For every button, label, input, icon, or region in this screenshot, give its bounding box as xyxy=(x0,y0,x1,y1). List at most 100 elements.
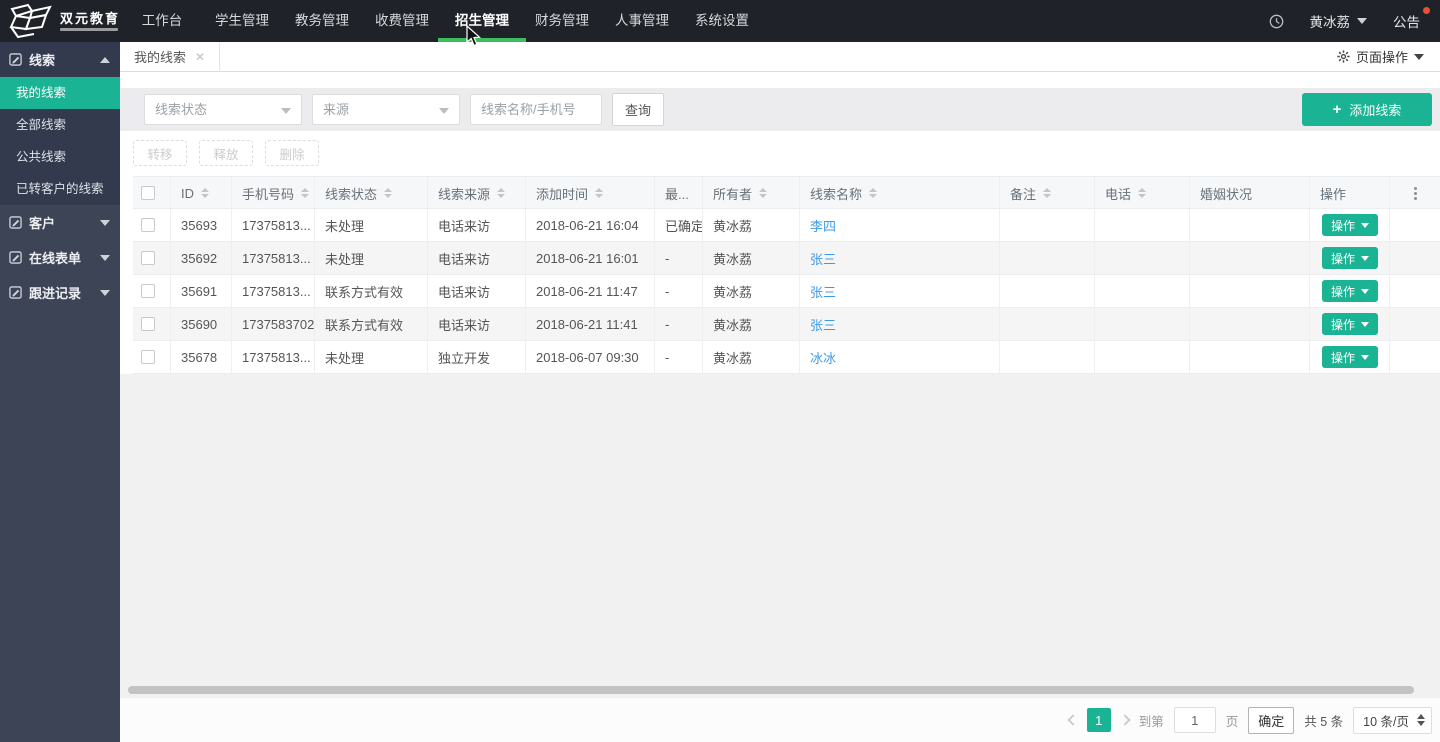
top-nav-right: 黄冰荔 公告 xyxy=(1269,0,1427,42)
release-button[interactable]: 释放 xyxy=(199,140,253,166)
sidebar-item-my-clues[interactable]: 我的线索 xyxy=(0,77,120,109)
cell-settings xyxy=(1390,242,1440,274)
nav-item-admissions[interactable]: 招生管理 xyxy=(442,0,522,42)
row-checkbox[interactable] xyxy=(141,317,155,331)
row-action-button[interactable]: 操作 xyxy=(1322,280,1378,302)
chevron-down-icon xyxy=(100,290,110,296)
tab-my-clues[interactable]: 我的线索 ✕ xyxy=(120,42,220,72)
sidebar-item-converted-clues[interactable]: 已转客户的线索 xyxy=(0,173,120,205)
sort-icon[interactable] xyxy=(301,188,309,198)
clue-name-link[interactable]: 冰冰 xyxy=(810,348,836,367)
sort-icon[interactable] xyxy=(1043,188,1051,198)
nav-item-hr[interactable]: 人事管理 xyxy=(602,0,682,42)
column-header-added[interactable]: 添加时间 xyxy=(526,177,655,209)
row-action-button[interactable]: 操作 xyxy=(1322,313,1378,335)
row-checkbox[interactable] xyxy=(141,218,155,232)
sort-icon[interactable] xyxy=(1138,188,1146,198)
keyword-input[interactable] xyxy=(470,94,602,125)
goto-page-input[interactable] xyxy=(1174,707,1216,733)
nav-item-finance[interactable]: 财务管理 xyxy=(522,0,602,42)
cell-source: 电话来访 xyxy=(428,275,526,307)
cell-phone: 17375813... xyxy=(232,275,315,307)
cell-added: 2018-06-07 09:30 xyxy=(526,341,655,373)
cell-last: - xyxy=(655,341,703,373)
scrollbar-thumb[interactable] xyxy=(128,686,1414,694)
page-actions-menu[interactable]: 页面操作 xyxy=(1337,47,1440,66)
sidebar-group-header-follow-records[interactable]: 跟进记录 xyxy=(0,275,120,310)
chevron-down-icon xyxy=(439,108,449,114)
nav-item-workbench[interactable]: 工作台 xyxy=(122,0,202,42)
row-action-button[interactable]: 操作 xyxy=(1322,247,1378,269)
sort-icon[interactable] xyxy=(201,188,209,198)
sidebar-group-header-clues[interactable]: 线索 xyxy=(0,42,120,77)
column-header-name[interactable]: 线索名称 xyxy=(800,177,1000,209)
nav-item-students[interactable]: 学生管理 xyxy=(202,0,282,42)
column-header-phone[interactable]: 手机号码 xyxy=(232,177,315,209)
column-header-status[interactable]: 线索状态 xyxy=(315,177,428,209)
column-settings-icon[interactable] xyxy=(1414,187,1417,200)
clue-status-select[interactable]: 线索状态 xyxy=(144,94,302,125)
cell-note xyxy=(1000,275,1095,307)
sort-icon[interactable] xyxy=(384,188,392,198)
prev-page-icon[interactable] xyxy=(1067,714,1078,725)
pagination-bar: 1 到第 页 确定 共 5 条 10 条/页 xyxy=(120,698,1440,742)
sort-icon[interactable] xyxy=(595,188,603,198)
close-icon[interactable]: ✕ xyxy=(195,51,205,63)
column-header-source[interactable]: 线索来源 xyxy=(428,177,526,209)
cell-select xyxy=(133,275,171,307)
page-number-current[interactable]: 1 xyxy=(1087,708,1111,732)
total-count: 共 5 条 xyxy=(1304,711,1343,730)
page-size-select[interactable]: 10 条/页 xyxy=(1353,707,1432,734)
column-label: 备注 xyxy=(1010,184,1036,203)
clue-name-link[interactable]: 张三 xyxy=(810,249,836,268)
search-button[interactable]: 查询 xyxy=(612,93,664,126)
cell-phone: 1737583702 xyxy=(232,308,315,340)
row-checkbox[interactable] xyxy=(141,284,155,298)
user-name: 黄冰荔 xyxy=(1310,11,1351,31)
sort-icon[interactable] xyxy=(759,188,767,198)
next-page-icon[interactable] xyxy=(1119,714,1130,725)
select-all-checkbox[interactable] xyxy=(141,186,155,200)
cell-status: 未处理 xyxy=(315,242,428,274)
sidebar-item-all-clues[interactable]: 全部线索 xyxy=(0,109,120,141)
nav-item-settings[interactable]: 系统设置 xyxy=(682,0,762,42)
column-header-owner[interactable]: 所有者 xyxy=(703,177,800,209)
sidebar-group-header-customers[interactable]: 客户 xyxy=(0,205,120,240)
user-menu[interactable]: 黄冰荔 xyxy=(1310,11,1368,31)
row-action-button[interactable]: 操作 xyxy=(1322,214,1378,236)
nav-item-academic[interactable]: 教务管理 xyxy=(282,0,362,42)
cell-text: 黄冰荔 xyxy=(713,315,752,334)
column-header-tel[interactable]: 电话 xyxy=(1095,177,1190,209)
sort-icon[interactable] xyxy=(497,188,505,198)
clock-icon[interactable] xyxy=(1269,14,1284,29)
delete-button[interactable]: 删除 xyxy=(265,140,319,166)
row-action-button[interactable]: 操作 xyxy=(1322,346,1378,368)
column-label: 最... xyxy=(665,184,689,203)
chevron-down-icon xyxy=(1414,54,1424,60)
cell-marital xyxy=(1190,308,1310,340)
confirm-button[interactable]: 确定 xyxy=(1248,707,1294,734)
sort-icon[interactable] xyxy=(869,188,877,198)
nav-item-fees[interactable]: 收费管理 xyxy=(362,0,442,42)
announcement-link[interactable]: 公告 xyxy=(1393,11,1426,31)
row-checkbox[interactable] xyxy=(141,251,155,265)
cell-tel xyxy=(1095,341,1190,373)
chevron-up-icon xyxy=(100,57,110,63)
sidebar-item-public-clues[interactable]: 公共线索 xyxy=(0,141,120,173)
clue-name-link[interactable]: 张三 xyxy=(810,315,836,334)
clue-name-link[interactable]: 张三 xyxy=(810,282,836,301)
cell-text: 黄冰荔 xyxy=(713,249,752,268)
cell-text: 17375813... xyxy=(242,350,311,365)
transfer-button[interactable]: 转移 xyxy=(133,140,187,166)
column-label: 婚姻状况 xyxy=(1200,184,1252,203)
column-header-id[interactable]: ID xyxy=(171,177,232,209)
add-clue-button[interactable]: + 添加线索 xyxy=(1302,93,1432,126)
sidebar-group-header-online-forms[interactable]: 在线表单 xyxy=(0,240,120,275)
cell-id: 35692 xyxy=(171,242,232,274)
column-header-note[interactable]: 备注 xyxy=(1000,177,1095,209)
row-checkbox[interactable] xyxy=(141,350,155,364)
clue-name-link[interactable]: 李四 xyxy=(810,216,836,235)
brand-logo: 双元教育 xyxy=(8,3,120,39)
chevron-down-icon xyxy=(100,255,110,261)
source-select[interactable]: 来源 xyxy=(312,94,460,125)
